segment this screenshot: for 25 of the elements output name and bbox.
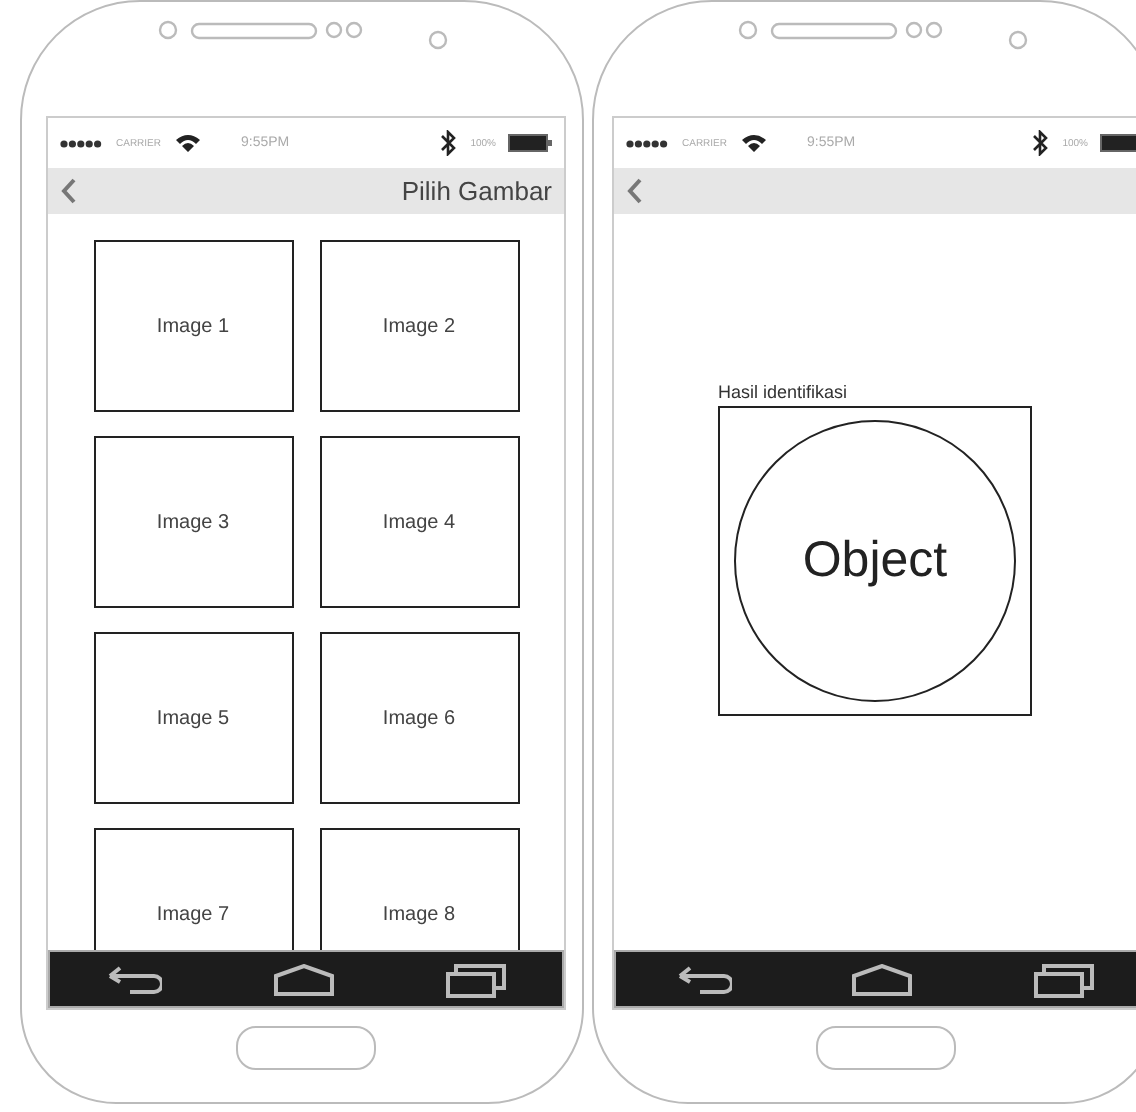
back-icon[interactable] xyxy=(60,178,76,204)
image-placeholder[interactable]: Image 1 xyxy=(93,240,293,412)
wifi-icon xyxy=(739,132,768,154)
signal-icon xyxy=(60,139,104,147)
bluetooth-icon xyxy=(440,130,459,156)
result-label: Hasil identifikasi xyxy=(718,382,850,402)
home-icon[interactable] xyxy=(850,963,915,995)
back-icon[interactable] xyxy=(626,178,642,204)
image-placeholder[interactable]: Image 3 xyxy=(93,436,293,608)
object-circle: Object xyxy=(734,420,1016,702)
bluetooth-icon xyxy=(1032,130,1051,156)
battery-icon xyxy=(508,134,552,152)
recent-apps-icon[interactable] xyxy=(1034,961,1095,997)
image-placeholder[interactable]: Image 2 xyxy=(319,240,519,412)
image-placeholder[interactable]: Image 6 xyxy=(319,632,519,804)
back-arrow-icon[interactable] xyxy=(675,963,732,995)
home-icon[interactable] xyxy=(271,963,336,995)
header-title: Pilih Gambar xyxy=(401,176,552,206)
signal-icon xyxy=(626,139,670,147)
back-arrow-icon[interactable] xyxy=(105,963,162,995)
wifi-icon xyxy=(173,132,202,154)
image-placeholder[interactable]: Image 5 xyxy=(93,632,293,804)
image-placeholder[interactable]: Image 4 xyxy=(319,436,519,608)
battery-icon xyxy=(1100,134,1136,152)
recent-apps-icon[interactable] xyxy=(446,961,507,997)
